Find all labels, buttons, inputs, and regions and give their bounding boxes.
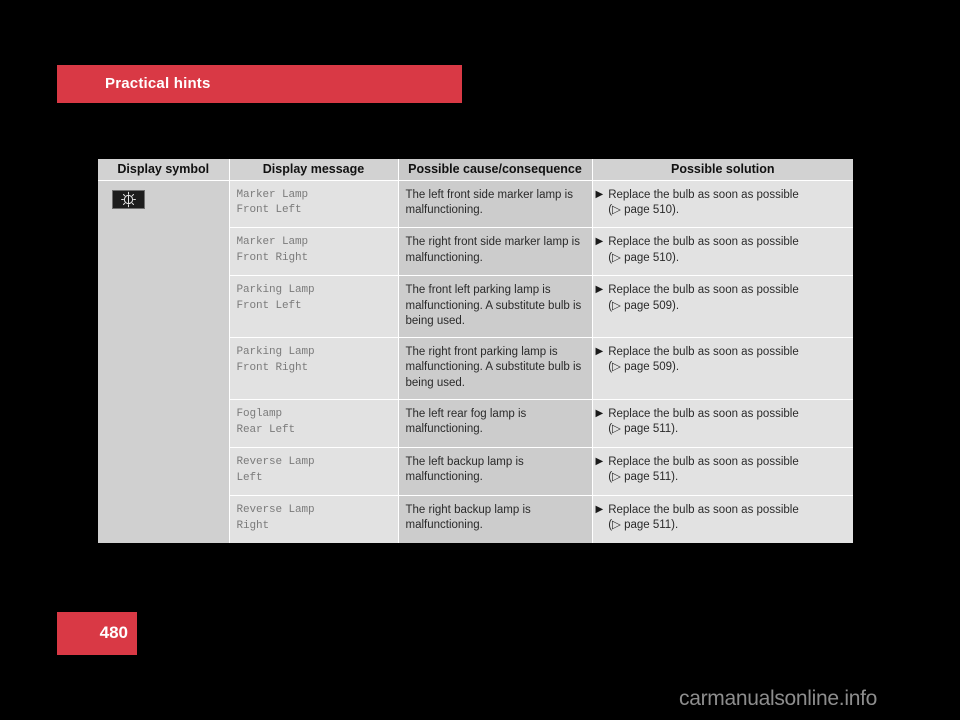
page-reference: (▷ page 509). [608,299,680,312]
display-symbol-table: Display symbol Display message Possible … [98,159,853,543]
cell-display-message: Parking Lamp Front Left [229,275,399,339]
page-reference: (▷ page 509). [608,361,680,374]
solution-text: Replace the bulb as soon as possible [608,455,799,468]
cell-display-message: Marker Lamp Front Right [229,227,399,277]
bullet-arrow-icon: ▶ [595,455,604,467]
page-reference: (▷ page 511). [608,423,679,436]
bullet-arrow-icon: ▶ [595,407,604,419]
page-reference: (▷ page 510). [608,251,680,264]
cell-display-message: Parking Lamp Front Right [229,337,399,400]
cell-possible-cause: The left rear fog lamp is malfunctioning… [398,399,593,448]
column-header-possible-cause: Possible cause/consequence [398,159,593,181]
cell-possible-solution: ▶ Replace the bulb as soon as possible (▷ … [592,180,853,229]
bullet-arrow-icon: ▶ [595,346,604,358]
page-reference: (▷ page 511). [608,471,679,484]
page-number: 480 [99,623,128,642]
cell-possible-solution: ▶ Replace the bulb as soon as possible (▷ … [592,275,853,339]
cell-possible-cause: The right front parking lamp is malfunct… [398,337,593,400]
cell-possible-cause: The right front side marker lamp is malf… [398,227,593,277]
column-header-display-message: Display message [229,159,399,181]
page-reference: (▷ page 510). [608,203,680,216]
bullet-arrow-icon: ▶ [595,236,604,248]
cell-display-message: Reverse Lamp Left [229,447,399,496]
cell-display-message: Marker Lamp Front Left [229,180,399,229]
bullet-arrow-icon: ▶ [595,188,604,200]
cell-possible-cause: The right backup lamp is malfunctioning. [398,495,593,543]
solution-text: Replace the bulb as soon as possible [608,236,799,249]
cell-possible-cause: The front left parking lamp is malfuncti… [398,275,593,339]
cell-possible-cause: The left backup lamp is malfunctioning. [398,447,593,496]
column-header-display-symbol: Display symbol [98,159,230,181]
solution-text: Replace the bulb as soon as possible [608,407,799,420]
bulb-failure-icon [112,189,145,209]
cell-possible-cause: The left front side marker lamp is malfu… [398,180,593,229]
section-header-banner: Practical hints [57,65,462,103]
page-title: Practical hints [105,75,211,92]
solution-text: Replace the bulb as soon as possible [608,284,799,297]
bullet-arrow-icon: ▶ [595,284,604,296]
cell-possible-solution: ▶ Replace the bulb as soon as possible (▷ … [592,447,853,496]
bullet-arrow-icon: ▶ [595,503,604,515]
cell-display-symbol [98,180,230,543]
column-header-possible-solution: Possible solution [592,159,853,181]
cell-display-message: Reverse Lamp Right [229,495,399,543]
solution-text: Replace the bulb as soon as possible [608,346,799,359]
table-header-row: Display symbol Display message Possible … [98,159,853,181]
solution-text: Replace the bulb as soon as possible [608,188,799,201]
cell-possible-solution: ▶ Replace the bulb as soon as possible (▷ … [592,337,853,400]
cell-possible-solution: ▶ Replace the bulb as soon as possible (▷ … [592,399,853,448]
watermark: carmanualsonline.info [679,687,877,710]
cell-possible-solution: ▶ Replace the bulb as soon as possible (▷ … [592,227,853,277]
solution-text: Replace the bulb as soon as possible [608,503,799,516]
table-row: Marker Lamp Front Left The left front sid… [98,180,853,543]
table-body: Marker Lamp Front Left The left front sid… [98,180,853,543]
page-number-block: 480 [57,612,137,655]
page-reference: (▷ page 511). [608,518,679,531]
cell-possible-solution: ▶ Replace the bulb as soon as possible (▷ … [592,495,853,543]
cell-display-message: Foglamp Rear Left [229,399,399,448]
